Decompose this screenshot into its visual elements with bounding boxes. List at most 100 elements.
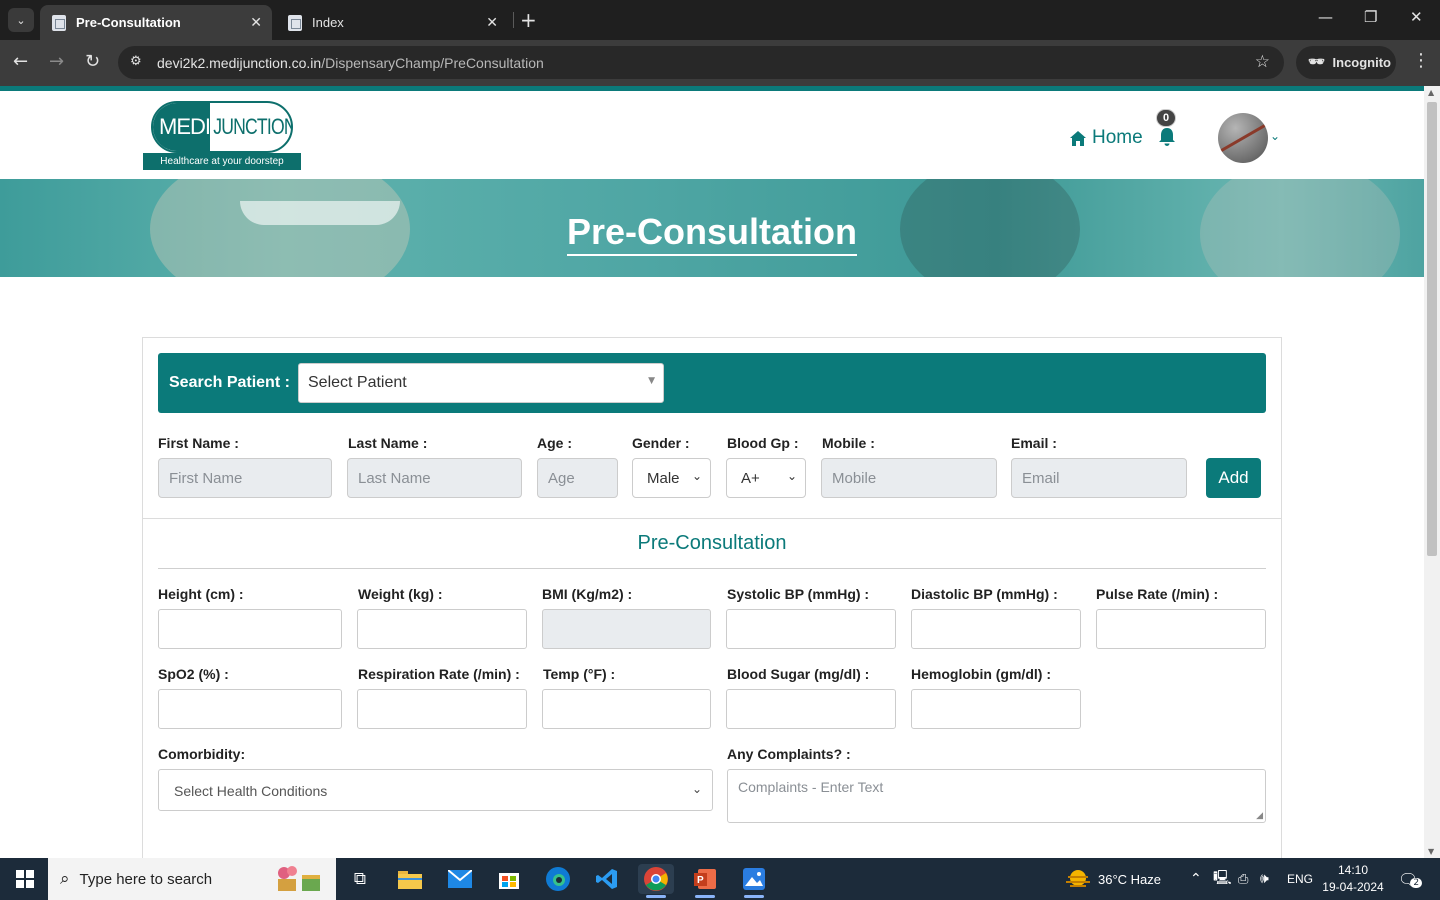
- spo2-field[interactable]: [158, 689, 342, 729]
- add-patient-button[interactable]: Add: [1206, 458, 1261, 498]
- browser-menu-icon[interactable]: ⋮: [1412, 50, 1430, 71]
- respiration-rate-label: Respiration Rate (/min) :: [358, 666, 520, 682]
- incognito-badge[interactable]: 🕶 Incognito: [1296, 46, 1396, 79]
- reload-icon[interactable]: ↻: [85, 51, 100, 72]
- resize-grip-icon[interactable]: ◢: [1256, 811, 1263, 821]
- section-rule: [158, 568, 1266, 569]
- blood-group-select[interactable]: A+ ⌄: [726, 458, 806, 498]
- photos-app-icon[interactable]: [736, 864, 772, 898]
- volume-icon[interactable]: 🕪: [1260, 858, 1269, 900]
- windows-taskbar: ⌕ Type here to search ⧉ P 36°C Haze ⌃ 🖳 …: [0, 858, 1440, 900]
- respiration-rate-field[interactable]: [357, 689, 527, 729]
- url-path: /DispensaryChamp/PreConsultation: [321, 55, 544, 71]
- logo-text-right: JUNCTION: [213, 114, 293, 139]
- temperature-field[interactable]: [542, 689, 711, 729]
- medijunction-logo[interactable]: MEDI JUNCTION Healthcare at your doorste…: [143, 101, 301, 171]
- close-icon[interactable]: ✕: [486, 15, 498, 31]
- page-favicon-icon: [288, 14, 302, 31]
- chevron-down-icon[interactable]: ⌄: [1270, 129, 1280, 143]
- hemoglobin-label: Hemoglobin (gm/dl) :: [911, 666, 1051, 682]
- back-arrow-icon[interactable]: ←: [13, 51, 28, 72]
- logo-text-left: MEDI: [153, 103, 211, 151]
- forward-arrow-icon[interactable]: →: [49, 51, 64, 72]
- mail-icon[interactable]: [442, 864, 478, 894]
- first-name-field[interactable]: First Name: [158, 458, 332, 498]
- bookmark-star-icon[interactable]: ☆: [1255, 52, 1270, 72]
- file-explorer-icon[interactable]: [392, 864, 428, 894]
- edge-browser-icon[interactable]: [540, 864, 576, 894]
- tab-index[interactable]: Index ✕: [276, 5, 508, 40]
- page-title: Pre-Consultation: [0, 211, 1424, 256]
- tab-pre-consultation[interactable]: Pre-Consultation ✕: [40, 5, 272, 40]
- chevron-down-icon: ⌄: [786, 469, 797, 483]
- section-title: Pre-Consultation: [637, 532, 787, 554]
- chrome-icon[interactable]: [638, 864, 674, 898]
- windows-start-icon[interactable]: [16, 870, 34, 888]
- comorbidity-select[interactable]: Select Health Conditions ⌄: [158, 769, 713, 811]
- email-field[interactable]: Email: [1011, 458, 1187, 498]
- scroll-down-icon[interactable]: ▼: [1428, 847, 1434, 856]
- pulse-rate-field[interactable]: [1096, 609, 1266, 649]
- last-name-field[interactable]: Last Name: [347, 458, 522, 498]
- height-field[interactable]: [158, 609, 342, 649]
- mobile-placeholder: Mobile: [832, 470, 877, 487]
- address-bar[interactable]: ⚙ devi2k2.medijunction.co.in/DispensaryC…: [118, 46, 1284, 79]
- gender-select[interactable]: Male ⌄: [632, 458, 711, 498]
- taskbar-search-box[interactable]: ⌕ Type here to search: [48, 858, 336, 900]
- section-divider: [143, 518, 1281, 519]
- scrollbar-thumb[interactable]: [1427, 102, 1437, 556]
- minimize-icon[interactable]: —: [1318, 8, 1333, 26]
- weight-label: Weight (kg) :: [358, 586, 443, 602]
- age-field[interactable]: Age: [537, 458, 618, 498]
- select-patient-dropdown[interactable]: Select Patient ▼: [298, 363, 664, 403]
- vscode-icon[interactable]: [589, 864, 625, 894]
- powerpoint-icon[interactable]: P: [687, 864, 723, 898]
- notification-center-icon[interactable]: 🗨 2: [1398, 858, 1423, 900]
- chevron-up-icon[interactable]: ⌃: [1190, 858, 1202, 900]
- site-settings-icon[interactable]: ⚙: [130, 54, 142, 69]
- restore-icon[interactable]: ❐: [1364, 8, 1377, 26]
- mobile-label: Mobile :: [822, 435, 875, 451]
- hemoglobin-field[interactable]: [911, 689, 1081, 729]
- chevron-down-icon: ⌄: [691, 782, 702, 796]
- comorbidity-placeholder: Select Health Conditions: [174, 783, 328, 799]
- scroll-up-icon[interactable]: ▲: [1428, 88, 1434, 97]
- new-tab-plus-icon[interactable]: +: [520, 8, 537, 32]
- site-header: MEDI JUNCTION Healthcare at your doorste…: [0, 91, 1424, 179]
- close-icon[interactable]: ✕: [250, 15, 262, 31]
- first-name-label: First Name :: [158, 435, 239, 451]
- browser-tab-bar: ⌄ Pre-Consultation ✕ Index ✕ + — ❐ ✕: [0, 0, 1440, 40]
- diastolic-bp-label: Diastolic BP (mmHg) :: [911, 586, 1058, 602]
- complaints-placeholder: Complaints - Enter Text: [738, 779, 884, 795]
- language-indicator[interactable]: ENG: [1287, 858, 1313, 900]
- weather-widget[interactable]: 36°C Haze: [1066, 858, 1161, 900]
- tab-title: Pre-Consultation: [76, 15, 181, 30]
- page-banner: Pre-Consultation: [0, 179, 1424, 277]
- window-close-icon[interactable]: ✕: [1410, 8, 1423, 26]
- last-name-label: Last Name :: [348, 435, 428, 451]
- blood-sugar-label: Blood Sugar (mg/dl) :: [727, 666, 870, 682]
- bmi-field: [542, 609, 711, 649]
- system-clock[interactable]: 14:10 19-04-2024: [1318, 862, 1388, 896]
- complaints-textarea[interactable]: Complaints - Enter Text ◢: [727, 769, 1266, 823]
- network-icon[interactable]: 🖳: [1213, 858, 1232, 900]
- tab-search-button[interactable]: ⌄: [8, 8, 34, 32]
- weight-field[interactable]: [357, 609, 527, 649]
- pre-consultation-card: Search Patient : Select Patient ▼ First …: [142, 337, 1282, 858]
- mobile-field[interactable]: Mobile: [821, 458, 997, 498]
- gender-label: Gender :: [632, 435, 690, 451]
- home-link[interactable]: Home: [1070, 127, 1143, 149]
- taskbar-search-placeholder: Type here to search: [79, 870, 213, 888]
- bmi-label: BMI (Kg/m2) :: [542, 586, 633, 602]
- pulse-rate-label: Pulse Rate (/min) :: [1096, 586, 1219, 602]
- systolic-bp-field[interactable]: [726, 609, 896, 649]
- microsoft-store-icon[interactable]: [491, 864, 527, 894]
- page-scrollbar[interactable]: ▲ ▼: [1424, 86, 1440, 858]
- bell-icon[interactable]: [1158, 127, 1176, 147]
- page-favicon-icon: [52, 14, 66, 31]
- blood-sugar-field[interactable]: [726, 689, 896, 729]
- meet-now-icon[interactable]: ⎙: [1238, 858, 1248, 900]
- task-view-icon[interactable]: ⧉: [342, 864, 378, 894]
- diastolic-bp-field[interactable]: [911, 609, 1081, 649]
- user-avatar[interactable]: [1218, 113, 1268, 163]
